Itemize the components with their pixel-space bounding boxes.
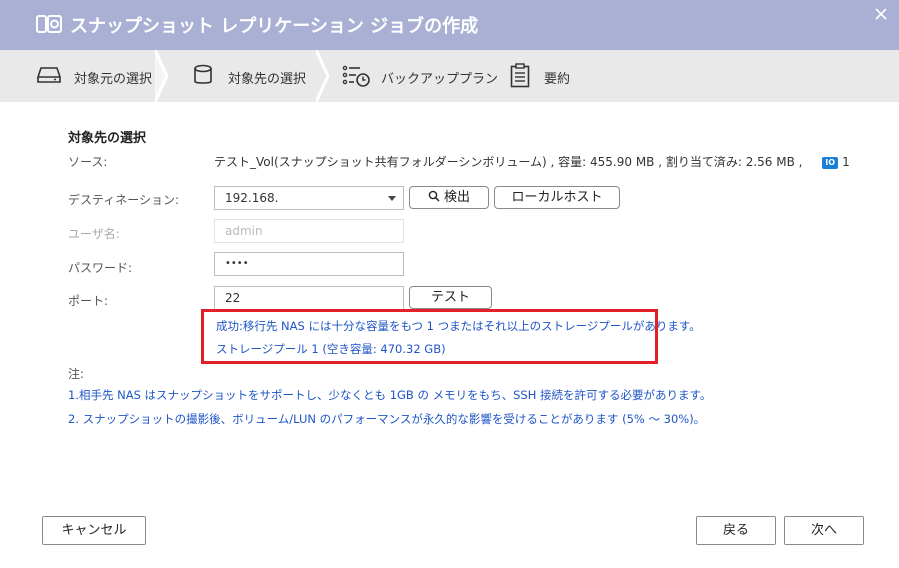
notes-heading: 注:: [68, 367, 85, 381]
password-input[interactable]: ••••: [214, 252, 404, 276]
result-success-text: 成功:移行先 NAS には十分な容量をもつ 1 つまたはそれ以上のストレージプー…: [216, 319, 701, 333]
destination-value: 192.168.: [225, 191, 279, 205]
back-button[interactable]: 戻る: [696, 516, 776, 545]
section-title: 対象先の選択: [68, 131, 147, 146]
destination-select[interactable]: 192.168.: [214, 186, 404, 210]
step-backup-plan: バックアッププラン: [330, 50, 498, 102]
source-value: テスト_Vol(スナップショット共有フォルダーシンボリューム) , 容量: 45…: [214, 153, 850, 170]
destination-label: デスティネーション:: [68, 193, 180, 207]
database-icon: [194, 64, 212, 84]
snapshot-icon: IO: [822, 156, 839, 169]
source-text: テスト_Vol(スナップショット共有フォルダーシンボリューム) , 容量: 45…: [214, 155, 803, 169]
step-label: バックアッププラン: [381, 72, 499, 87]
port-input[interactable]: 22: [214, 286, 404, 310]
detect-button[interactable]: 検出: [409, 186, 489, 209]
next-button[interactable]: 次へ: [784, 516, 864, 545]
detect-label: 検出: [443, 190, 470, 205]
cancel-button[interactable]: キャンセル: [42, 516, 146, 545]
step-select-destination: 対象先の選択: [168, 50, 328, 102]
search-icon: [428, 190, 440, 202]
step-label: 要約: [544, 72, 571, 87]
test-button[interactable]: テスト: [409, 286, 492, 309]
step-select-source: 対象元の選択: [0, 50, 165, 102]
result-pool-text: ストレージプール 1 (空き容量: 470.32 GB): [216, 342, 446, 356]
wizard-steps: 対象元の選択 対象先の選択 バックアッププラン 要約: [0, 50, 899, 102]
note-item: 1.相手先 NAS はスナップショットをサポートし、少なくとも 1GB の メモ…: [68, 388, 712, 402]
title-bar: スナップショット レプリケーション ジョブの作成: [0, 0, 899, 50]
clipboard-icon: [510, 63, 530, 88]
snapshot-count: 1: [842, 155, 850, 169]
drive-icon: [37, 67, 61, 83]
password-label: パスワード:: [68, 261, 133, 275]
step-summary: 要約: [500, 50, 620, 102]
step-label: 対象先の選択: [228, 72, 307, 87]
localhost-button[interactable]: ローカルホスト: [494, 186, 620, 209]
note-item: 2. スナップショットの撮影後、ボリューム/LUN のパフォーマンスが永久的な影…: [68, 412, 706, 426]
step-label: 対象元の選択: [74, 72, 153, 87]
chevron-down-icon: [388, 196, 396, 201]
source-label: ソース:: [68, 155, 108, 169]
test-result-box: 成功:移行先 NAS には十分な容量をもつ 1 つまたはそれ以上のストレージプー…: [201, 309, 701, 364]
snapshot-replica-icon: [36, 15, 62, 33]
schedule-list-icon: [342, 65, 370, 87]
username-label: ユーザ名:: [68, 227, 120, 241]
close-icon[interactable]: [873, 6, 889, 22]
port-label: ポート:: [68, 294, 109, 308]
username-input[interactable]: admin: [214, 219, 404, 243]
window-title: スナップショット レプリケーション ジョブの作成: [70, 16, 479, 37]
